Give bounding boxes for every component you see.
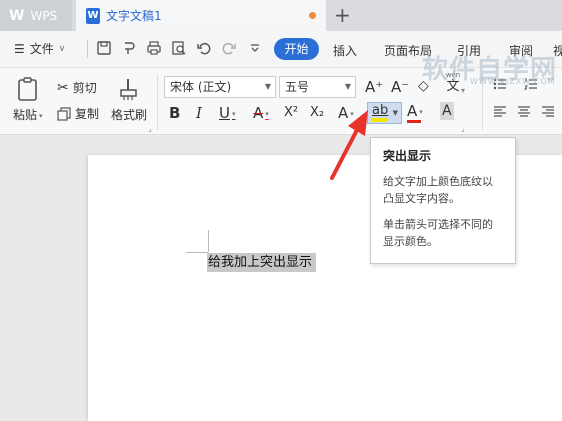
selected-document-text[interactable]: 给我加上突出显示 bbox=[207, 253, 317, 272]
writer-doc-icon: W bbox=[86, 7, 100, 24]
file-menu-button[interactable]: ☰ 文件 ∨ bbox=[14, 40, 65, 57]
undo-icon[interactable] bbox=[196, 40, 212, 56]
font-name-value: 宋体 (正文) bbox=[170, 80, 232, 94]
underline-button[interactable]: U ▾ bbox=[219, 104, 236, 123]
red-arrow-icon bbox=[330, 110, 368, 180]
document-tab[interactable]: W 文字文稿1 bbox=[76, 0, 326, 31]
tab-insert[interactable]: 插入 bbox=[333, 42, 357, 59]
copy-icon bbox=[57, 106, 71, 121]
font-color-bar bbox=[407, 120, 421, 123]
subscript-button[interactable]: X₂ bbox=[310, 104, 324, 122]
chevron-down-icon[interactable]: ▾ bbox=[461, 86, 465, 95]
font-size-select[interactable]: 五号 ▼ bbox=[279, 76, 356, 98]
watermark-url: WWW.RJZXW.COM bbox=[470, 77, 556, 86]
align-center-icon[interactable] bbox=[516, 104, 532, 120]
wps-app-name: WPS bbox=[30, 8, 58, 23]
clipboard-group-launcher-icon[interactable]: ⌟ bbox=[148, 124, 152, 133]
align-left-icon[interactable] bbox=[492, 104, 508, 120]
paintbrush-icon bbox=[120, 79, 137, 100]
page-margin-corner-horizontal bbox=[186, 252, 208, 253]
format-painter-label: 格式刷 bbox=[111, 108, 148, 122]
new-tab-button[interactable]: + bbox=[334, 2, 351, 28]
wps-home-tab[interactable]: W WPS bbox=[0, 0, 72, 31]
chevron-down-icon: ▼ bbox=[344, 82, 351, 91]
tab-start[interactable]: 开始 bbox=[274, 38, 319, 60]
hamburger-icon: ☰ bbox=[14, 41, 25, 56]
highlight-tooltip: 突出显示 给文字加上颜色底纹以凸显文字内容。 单击箭头可选择不同的显示颜色。 bbox=[370, 137, 516, 264]
paste-button[interactable]: 粘贴 ▾ bbox=[13, 76, 43, 123]
superscript-button[interactable]: X² bbox=[284, 104, 298, 122]
font-size-value: 五号 bbox=[285, 80, 310, 94]
document-tab-title: 文字文稿1 bbox=[106, 9, 162, 23]
shrink-font-button[interactable]: A⁻ bbox=[391, 78, 409, 96]
copy-label: 复制 bbox=[75, 107, 100, 121]
scissors-icon: ✂ bbox=[57, 79, 69, 96]
bold-button[interactable]: B bbox=[169, 104, 180, 122]
clipboard-icon bbox=[17, 77, 37, 101]
character-shading-button[interactable]: A bbox=[440, 102, 454, 120]
title-bar: W WPS W 文字文稿1 + bbox=[0, 0, 562, 31]
strikethrough-button[interactable]: A ▾ bbox=[253, 104, 269, 123]
chevron-down-icon[interactable]: ▼ bbox=[393, 109, 398, 117]
cut-label: 剪切 bbox=[72, 81, 97, 95]
chevron-down-icon: ▼ bbox=[264, 82, 271, 91]
file-menu-label: 文件 bbox=[29, 42, 54, 56]
format-painter-button[interactable]: 格式刷 bbox=[111, 76, 147, 123]
customize-toolbar-icon[interactable] bbox=[247, 40, 263, 56]
print-preview-icon[interactable] bbox=[171, 40, 187, 56]
wps-logo-icon: W bbox=[9, 7, 25, 24]
italic-button[interactable]: I bbox=[196, 104, 202, 122]
ribbon-divider bbox=[157, 74, 158, 130]
tooltip-description: 给文字加上颜色底纹以凸显文字内容。 bbox=[383, 175, 493, 205]
cut-button[interactable]: ✂ 剪切 bbox=[57, 79, 97, 96]
export-pdf-icon[interactable] bbox=[121, 40, 137, 56]
tooltip-title: 突出显示 bbox=[383, 149, 432, 163]
align-right-icon[interactable] bbox=[540, 104, 556, 120]
print-icon[interactable] bbox=[146, 40, 162, 56]
tooltip-hint: 单击箭头可选择不同的显示颜色。 bbox=[383, 218, 493, 248]
font-color-button[interactable]: A ▾ bbox=[407, 102, 423, 121]
save-icon[interactable] bbox=[96, 40, 112, 56]
redo-icon[interactable] bbox=[221, 40, 237, 56]
paste-label: 粘贴 ▾ bbox=[13, 108, 43, 122]
unsaved-indicator bbox=[309, 12, 316, 19]
font-group-launcher-icon[interactable]: ⌟ bbox=[461, 124, 465, 133]
chevron-down-icon: ∨ bbox=[58, 43, 66, 54]
toolbar-divider bbox=[87, 40, 88, 58]
grow-font-button[interactable]: A⁺ bbox=[365, 78, 383, 96]
page-margin-corner-vertical bbox=[208, 230, 209, 252]
font-name-select[interactable]: 宋体 (正文) ▼ bbox=[164, 76, 276, 98]
copy-button[interactable]: 复制 bbox=[57, 105, 99, 122]
